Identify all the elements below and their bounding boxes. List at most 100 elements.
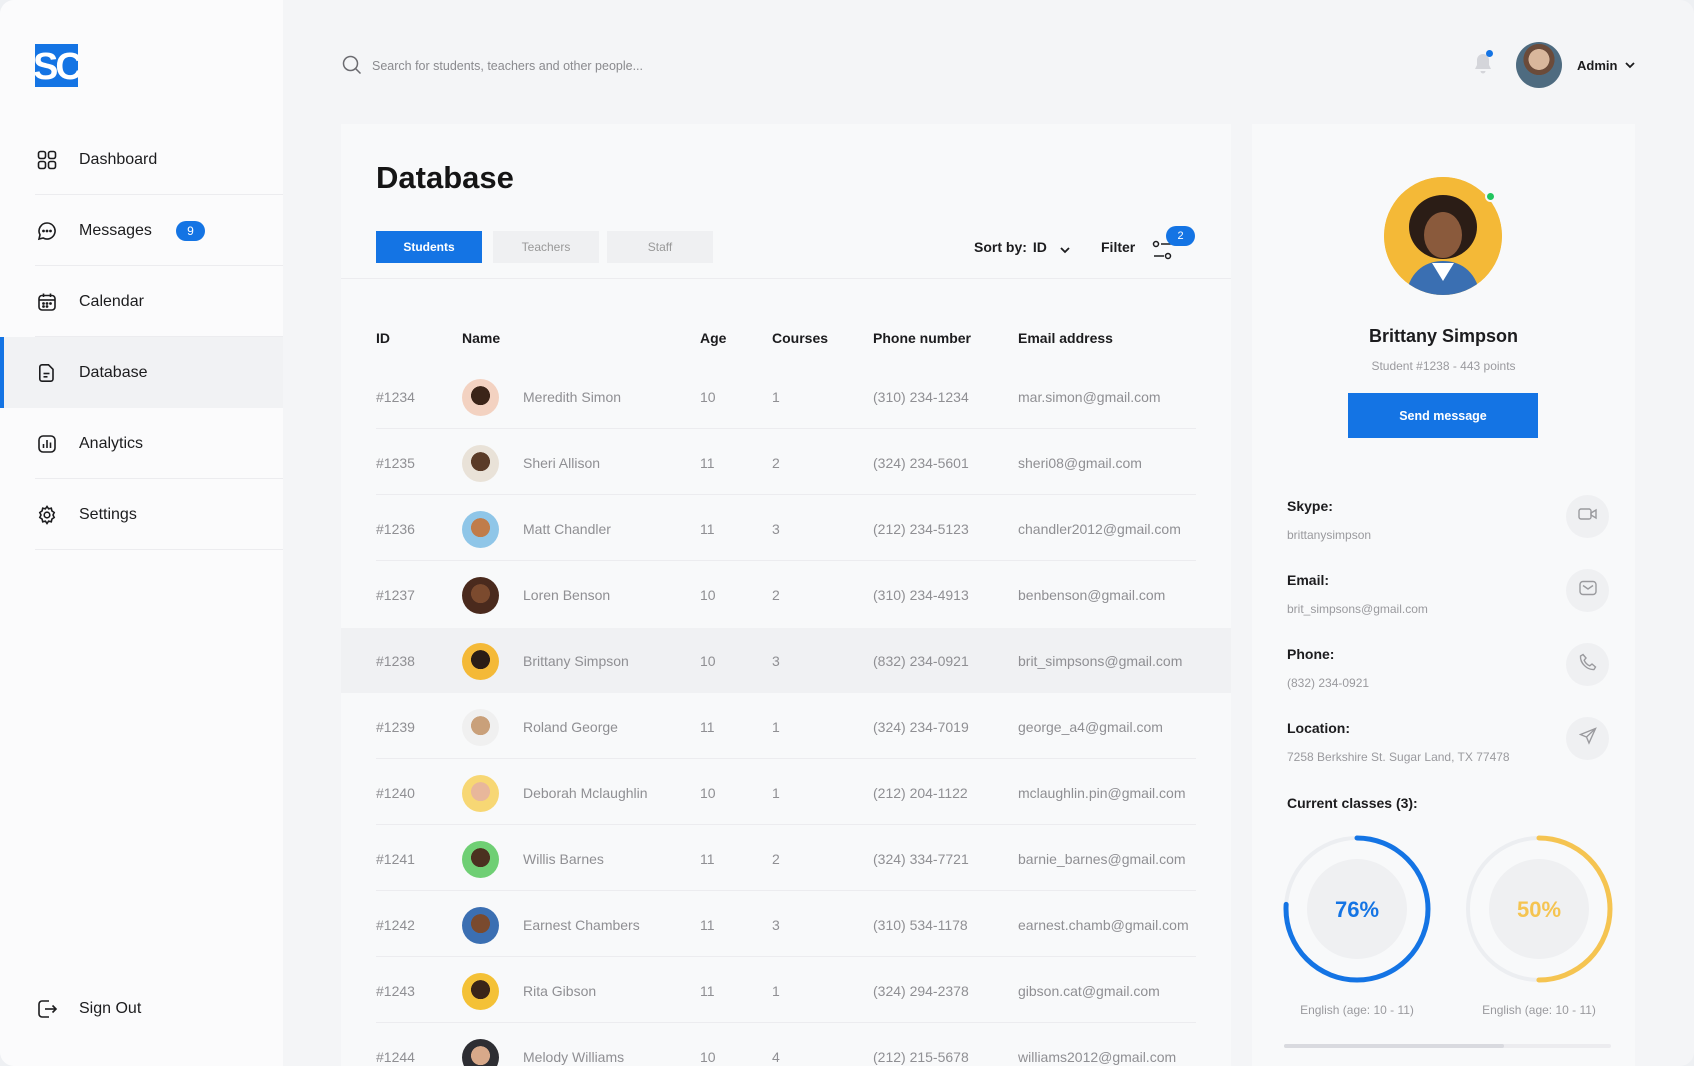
tab-students[interactable]: Students	[376, 231, 482, 263]
cell-age: 10	[700, 1049, 716, 1065]
calendar-icon	[36, 291, 58, 313]
ring-percent-label: 76%	[1335, 897, 1379, 922]
cell-id: #1236	[376, 521, 415, 537]
column-header-age[interactable]: Age	[700, 330, 726, 346]
sidebar-item-label: Dashboard	[79, 150, 158, 168]
cell-phone: (324) 234-5601	[873, 455, 969, 471]
video-call-button[interactable]	[1566, 495, 1609, 538]
sidebar-item-calendar[interactable]: Calendar	[0, 266, 283, 337]
cell-courses: 1	[772, 785, 780, 801]
unread-badge: 9	[175, 220, 205, 241]
cell-name: Sheri Allison	[523, 455, 601, 471]
tab-teachers[interactable]: Teachers	[493, 231, 599, 263]
sidebar-item-settings[interactable]: Settings	[0, 479, 283, 550]
progress-ring-graphic: 76%	[1283, 835, 1431, 983]
avatar	[462, 709, 499, 746]
online-status-dot	[1485, 191, 1496, 202]
cell-phone: (324) 334-7721	[873, 851, 969, 867]
cell-id: #1237	[376, 587, 415, 603]
divider	[376, 824, 1196, 825]
chevron-down-icon[interactable]	[1624, 58, 1636, 76]
cell-courses: 1	[772, 389, 780, 405]
sidebar-item-database[interactable]: Database	[0, 337, 283, 408]
cell-name: Matt Chandler	[523, 521, 611, 537]
sign-out-button[interactable]: Sign Out	[36, 998, 141, 1020]
avatar	[462, 841, 499, 878]
column-header-phone[interactable]: Phone number	[873, 330, 971, 346]
cell-age: 10	[700, 653, 716, 669]
cell-id: #1240	[376, 785, 415, 801]
table-row[interactable]: #1238 Brittany Simpson 10 3 (832) 234-0921 br…	[341, 628, 1231, 693]
avatar	[462, 907, 499, 944]
sidebar-item-dashboard[interactable]: Dashboard	[0, 124, 283, 195]
app-window: SC Dashboard Messages 9 Calendar Databas…	[0, 0, 1694, 1066]
avatar	[462, 775, 499, 812]
table-row[interactable]: #1239 Roland George 11 1 (324) 234-7019 georg…	[341, 694, 1231, 759]
column-header-name[interactable]: Name	[462, 330, 500, 346]
chart-icon	[36, 433, 58, 455]
cell-age: 11	[700, 851, 715, 867]
table-row[interactable]: #1237 Loren Benson 10 2 (310) 234-4913 benben…	[341, 562, 1231, 627]
divider	[376, 956, 1196, 957]
sort-dropdown[interactable]: Sort by: ID	[974, 239, 1047, 255]
app-logo[interactable]: SC	[35, 44, 78, 87]
user-name[interactable]: Admin	[1577, 58, 1617, 73]
grid-icon	[36, 149, 58, 171]
table-row[interactable]: #1243 Rita Gibson 11 1 (324) 294-2378 gibson.…	[341, 958, 1231, 1023]
class-label: English (age: 10 - 11)	[1482, 1003, 1596, 1017]
sidebar-item-analytics[interactable]: Analytics	[0, 408, 283, 479]
cell-id: #1241	[376, 851, 415, 867]
table-row[interactable]: #1234 Meredith Simon 10 1 (310) 234-1234 mar.…	[341, 364, 1231, 429]
current-classes-label: Current classes (3):	[1287, 795, 1418, 811]
filter-button[interactable]: Filter	[1101, 239, 1135, 255]
avatar[interactable]	[1516, 42, 1562, 88]
search-icon[interactable]	[342, 55, 362, 80]
location-button[interactable]	[1566, 717, 1609, 760]
sidebar-item-label: Calendar	[79, 292, 144, 310]
phone-icon	[1579, 653, 1597, 676]
chevron-down-icon[interactable]	[1059, 243, 1071, 261]
cell-id: #1235	[376, 455, 415, 471]
progress-ring-graphic: 50%	[1465, 835, 1613, 983]
cell-email: brit_simpsons@gmail.com	[1018, 653, 1183, 669]
cell-id: #1242	[376, 917, 415, 933]
avatar	[462, 973, 499, 1010]
column-header-email[interactable]: Email address	[1018, 330, 1113, 346]
avatar	[462, 577, 499, 614]
table-row[interactable]: #1242 Earnest Chambers 11 3 (310) 534-1178 ea…	[341, 892, 1231, 957]
sidebar-item-label: Database	[79, 363, 148, 381]
cell-age: 11	[700, 983, 715, 999]
sidebar-item-messages[interactable]: Messages 9	[0, 195, 283, 266]
send-message-button[interactable]: Send message	[1348, 393, 1538, 438]
cell-courses: 2	[772, 455, 780, 471]
column-header-courses[interactable]: Courses	[772, 330, 828, 346]
cell-email: george_a4@gmail.com	[1018, 719, 1163, 735]
cell-name: Roland George	[523, 719, 618, 735]
skype-label: Skype:	[1287, 498, 1333, 514]
cell-email: mclaughlin.pin@gmail.com	[1018, 785, 1186, 801]
cell-age: 11	[700, 521, 715, 537]
search-input[interactable]	[372, 52, 872, 80]
cell-id: #1239	[376, 719, 415, 735]
table-row[interactable]: #1235 Sheri Allison 11 2 (324) 234-5601 sheri…	[341, 430, 1231, 495]
tab-staff[interactable]: Staff	[607, 231, 713, 263]
cell-name: Loren Benson	[523, 587, 611, 603]
avatar	[462, 445, 499, 482]
table-row[interactable]: #1244 Melody Williams 10 4 (212) 215-5678 wil…	[341, 1024, 1231, 1066]
video-icon	[1577, 506, 1598, 527]
column-header-id[interactable]: ID	[376, 330, 390, 346]
class-progress-ring[interactable]: 50%	[1463, 833, 1615, 985]
filter-count-badge: 2	[1166, 226, 1195, 246]
table-row[interactable]: #1240 Deborah Mclaughlin 10 1 (212) 204-1122…	[341, 760, 1231, 825]
cell-courses: 2	[772, 851, 780, 867]
class-progress-ring[interactable]: 76%	[1281, 833, 1433, 985]
table-row[interactable]: #1236 Matt Chandler 11 3 (212) 234-5123 chand…	[341, 496, 1231, 561]
email-button[interactable]	[1566, 569, 1609, 612]
phone-value: (832) 234-0921	[1287, 676, 1370, 690]
divider	[376, 758, 1196, 759]
table-row[interactable]: #1241 Willis Barnes 11 2 (324) 334-7721 barni…	[341, 826, 1231, 891]
call-button[interactable]	[1566, 643, 1609, 686]
scrollbar-thumb[interactable]	[1284, 1044, 1504, 1048]
cell-courses: 1	[772, 983, 780, 999]
cell-email: sheri08@gmail.com	[1018, 455, 1142, 471]
